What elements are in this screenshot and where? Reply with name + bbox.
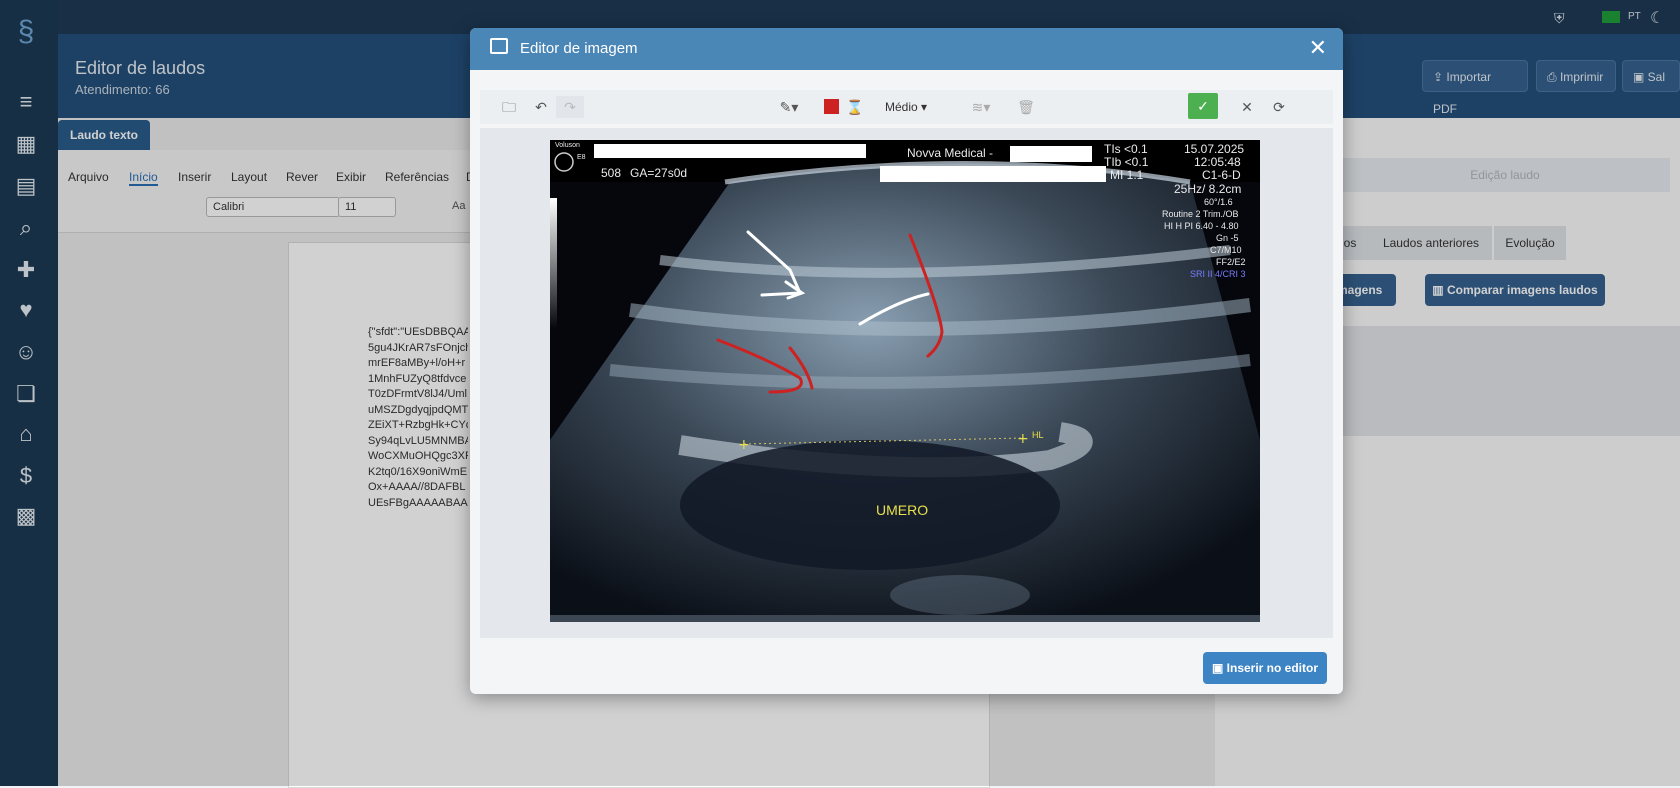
svg-text:+: + bbox=[738, 437, 750, 453]
close-icon[interactable]: ✕ bbox=[1309, 35, 1327, 61]
us-date: 15.07.2025 bbox=[1184, 142, 1245, 156]
open-file-icon[interactable]: 🗀 bbox=[498, 96, 520, 118]
color-swatch[interactable] bbox=[824, 99, 839, 114]
trash-icon[interactable]: 🗑 bbox=[1016, 96, 1036, 118]
stroke-size-label: Médio bbox=[884, 100, 918, 114]
redo-icon[interactable]: ↷ bbox=[556, 96, 584, 118]
us-tis: TIs <0.1 bbox=[1104, 142, 1148, 156]
undo-icon[interactable]: ↶ bbox=[530, 96, 552, 118]
us-cm: C7/M10 bbox=[1210, 245, 1242, 255]
fill-icon[interactable]: ⌛ bbox=[846, 96, 864, 118]
modal-title: Editor de imagem bbox=[520, 40, 638, 57]
us-marker: HL bbox=[1032, 430, 1044, 440]
us-tib: TIb <0.1 bbox=[1104, 155, 1149, 169]
us-probe: C1-6-D bbox=[1202, 168, 1241, 182]
insert-into-editor-button[interactable]: ▣ Inserir no editor bbox=[1203, 652, 1327, 684]
us-patient-code: 508 bbox=[601, 166, 622, 180]
image-icon bbox=[490, 38, 508, 54]
ultrasound-image[interactable]: + + Voluson E8 508 GA=27s0d Novva Medica… bbox=[550, 140, 1260, 622]
us-gain: Gn -5 bbox=[1216, 233, 1239, 243]
us-clinic: Novva Medical - bbox=[907, 146, 994, 160]
us-structure-label: UMERO bbox=[876, 502, 929, 518]
us-voluson-label: Voluson bbox=[555, 142, 580, 149]
stroke-size-select[interactable]: Médio ▾ bbox=[880, 96, 932, 118]
reset-icon[interactable]: ⟳ bbox=[1268, 96, 1290, 118]
us-ga: GA=27s0d bbox=[630, 166, 688, 180]
us-preset: Routine 2 Trim./OB bbox=[1162, 209, 1239, 219]
image-toolbar: 🗀 ↶ ↷ ✎▾ ⌛ Médio ▾ ≋▾ 🗑 ✓ ✕ ⟳ bbox=[480, 90, 1333, 124]
layers-icon[interactable]: ≋▾ bbox=[966, 96, 996, 118]
cancel-icon[interactable]: ✕ bbox=[1236, 96, 1258, 118]
insert-into-editor-label: Inserir no editor bbox=[1226, 661, 1319, 675]
ultrasound-canvas[interactable]: + + bbox=[550, 140, 1260, 622]
svg-text:+: + bbox=[1017, 431, 1029, 447]
confirm-icon[interactable]: ✓ bbox=[1188, 93, 1218, 119]
pen-tool-icon[interactable]: ✎▾ bbox=[772, 96, 806, 118]
image-editor-modal: Editor de imagem ✕ 🗀 ↶ ↷ ✎▾ ⌛ Médio ▾ ≋▾… bbox=[470, 28, 1343, 694]
us-time: 12:05:48 bbox=[1194, 155, 1241, 169]
us-mi: MI 1.1 bbox=[1110, 168, 1144, 182]
us-mode: HI H PI 6.40 - 4.80 bbox=[1164, 221, 1239, 231]
us-angle: 60°/1.6 bbox=[1204, 197, 1233, 207]
us-ff: FF2/E2 bbox=[1216, 257, 1246, 267]
us-freq-depth: 25Hz/ 8.2cm bbox=[1174, 182, 1242, 196]
modal-header: Editor de imagem ✕ bbox=[470, 28, 1343, 70]
us-e8-label: E8 bbox=[577, 154, 586, 161]
us-sri: SRI II 4/CRI 3 bbox=[1190, 269, 1246, 279]
